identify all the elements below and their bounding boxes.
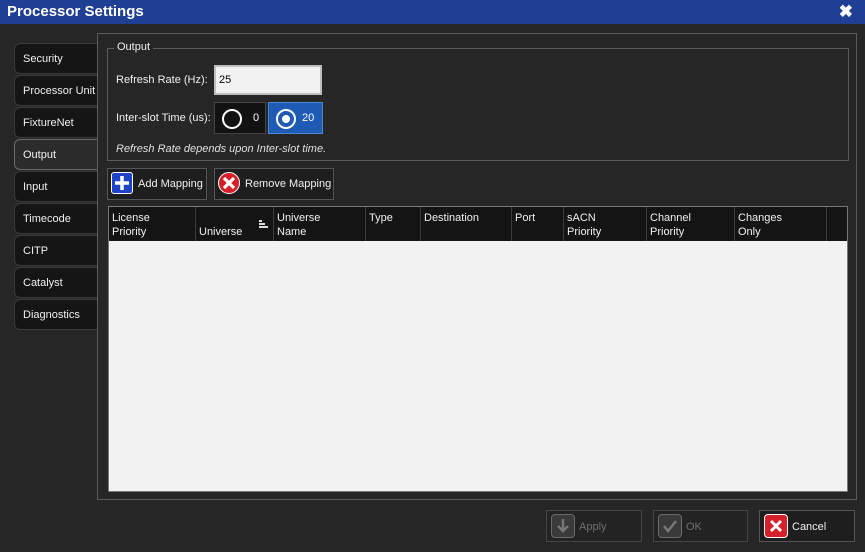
tab-timecode[interactable]: Timecode <box>14 203 98 234</box>
interslot-option-20[interactable]: 20 <box>268 102 323 134</box>
column-universe[interactable]: Universe <box>196 207 274 241</box>
radio-unselected-icon <box>222 109 242 129</box>
remove-mapping-label: Remove Mapping <box>245 178 332 190</box>
checkmark-icon <box>658 514 682 538</box>
cancel-label: Cancel <box>792 521 827 533</box>
cancel-button[interactable]: Cancel <box>759 510 855 542</box>
download-arrow-icon <box>551 514 575 538</box>
tab-output[interactable]: Output <box>14 139 98 170</box>
settings-tabs: Security Processor Unit FixtureNet Outpu… <box>14 43 98 331</box>
apply-button[interactable]: Apply <box>546 510 642 542</box>
output-group: Output Refresh Rate (Hz): 25 Inter-slot … <box>107 41 849 161</box>
interslot-label: Inter-slot Time (us): <box>116 112 211 124</box>
apply-label: Apply <box>579 521 607 533</box>
interslot-option-0[interactable]: 0 <box>214 102 266 134</box>
column-type[interactable]: Type <box>366 207 421 241</box>
ok-label: OK <box>686 521 702 533</box>
cancel-x-icon <box>764 514 788 538</box>
close-icon[interactable]: ✖ <box>839 2 853 22</box>
title-bar: Processor Settings ✖ <box>0 0 865 24</box>
interslot-option-20-label: 20 <box>302 112 315 124</box>
plus-icon <box>111 172 133 194</box>
remove-mapping-button[interactable]: Remove Mapping <box>214 168 334 200</box>
column-destination[interactable]: Destination <box>421 207 512 241</box>
radio-selected-icon <box>276 109 296 129</box>
tab-fixturenet[interactable]: FixtureNet <box>14 107 98 138</box>
window-title: Processor Settings <box>7 3 144 20</box>
remove-x-icon <box>218 172 240 194</box>
column-license-priority[interactable]: License Priority <box>109 207 196 241</box>
column-universe-name[interactable]: Universe Name <box>274 207 366 241</box>
output-panel: Output Refresh Rate (Hz): 25 Inter-slot … <box>97 33 857 500</box>
tab-processor-unit[interactable]: Processor Unit <box>14 75 98 106</box>
tab-catalyst[interactable]: Catalyst <box>14 267 98 298</box>
table-body[interactable] <box>109 241 847 491</box>
mapping-table: License Priority Universe Universe Name … <box>108 206 848 492</box>
sort-ascending-icon <box>259 220 268 229</box>
interslot-option-0-label: 0 <box>253 112 260 124</box>
add-mapping-button[interactable]: Add Mapping <box>107 168 207 200</box>
refresh-rate-input[interactable]: 25 <box>214 65 322 95</box>
tab-security[interactable]: Security <box>14 43 98 74</box>
refresh-rate-note: Refresh Rate depends upon Inter-slot tim… <box>116 143 327 155</box>
ok-button[interactable]: OK <box>653 510 748 542</box>
column-channel-priority[interactable]: Channel Priority <box>647 207 735 241</box>
column-changes-only[interactable]: Changes Only <box>735 207 827 241</box>
refresh-rate-label: Refresh Rate (Hz): <box>116 74 208 86</box>
column-port[interactable]: Port <box>512 207 564 241</box>
tab-input[interactable]: Input <box>14 171 98 202</box>
add-mapping-label: Add Mapping <box>138 178 203 190</box>
tab-citp[interactable]: CITP <box>14 235 98 266</box>
tab-diagnostics[interactable]: Diagnostics <box>14 299 98 330</box>
output-group-title: Output <box>114 41 154 53</box>
column-universe-label: Universe <box>199 226 243 238</box>
table-header: License Priority Universe Universe Name … <box>109 207 847 241</box>
column-sacn-priority[interactable]: sACN Priority <box>564 207 647 241</box>
